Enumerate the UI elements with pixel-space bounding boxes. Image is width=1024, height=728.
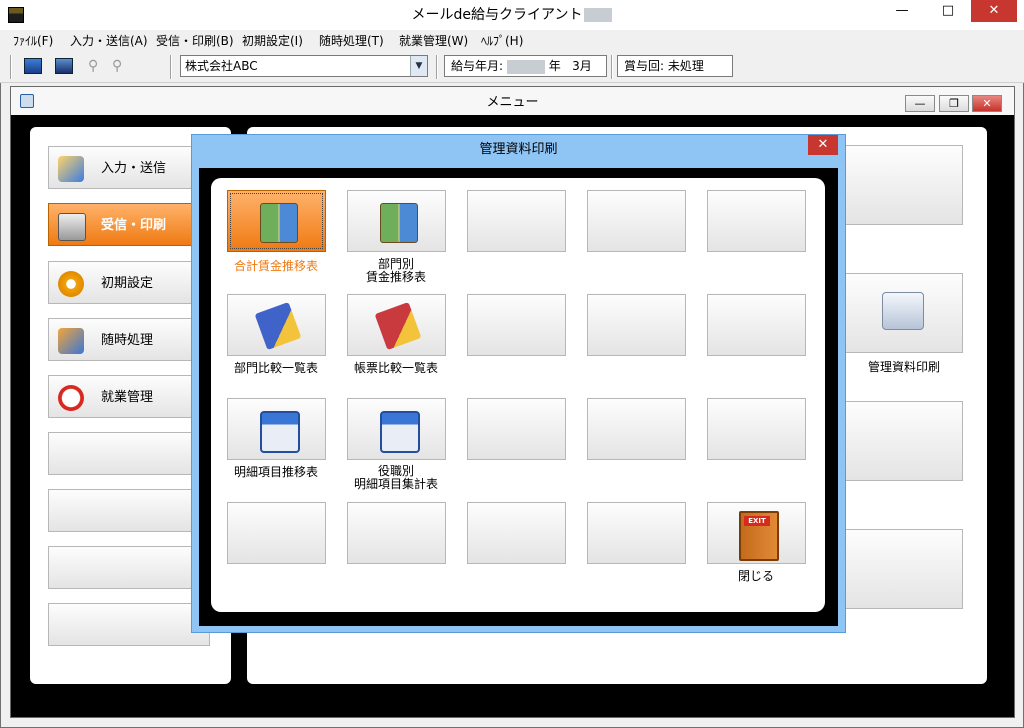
grid-button-empty[interactable] <box>347 502 446 564</box>
menu-receive-print[interactable]: 受信・印刷(B) <box>153 32 237 50</box>
grid-label: 明細項目推移表 <box>233 465 318 479</box>
menu-attendance[interactable]: 就業管理(W) <box>396 32 471 50</box>
side-item-empty[interactable] <box>48 546 210 589</box>
form-comparison-button[interactable] <box>347 294 446 356</box>
submenu-button[interactable] <box>845 401 963 481</box>
menu-help[interactable]: ﾍﾙﾌﾟ(H) <box>478 32 526 50</box>
grid-button-empty[interactable] <box>467 502 566 564</box>
menu-input-send[interactable]: 入力・送信(A) <box>67 32 151 50</box>
pay-month: 3月 <box>572 59 592 73</box>
grid-button-empty[interactable] <box>707 294 806 356</box>
close-button[interactable]: ✕ <box>971 0 1017 22</box>
submenu-button-management-print[interactable] <box>845 273 963 353</box>
menu-minimize-button[interactable]: — <box>905 95 935 112</box>
total-wage-trend-button[interactable] <box>227 190 326 252</box>
grid-button-empty[interactable] <box>587 502 686 564</box>
book-icon <box>380 203 418 243</box>
send-envelope-icon <box>58 156 84 182</box>
printer-icon <box>882 292 924 330</box>
menu-occasional[interactable]: 随時処理(T) <box>316 32 387 50</box>
spreadsheet-user-icon <box>380 411 420 453</box>
menu-close-button[interactable]: ✕ <box>972 95 1002 112</box>
tools-icon <box>58 328 84 354</box>
side-item-label: 受信・印刷 <box>101 218 167 233</box>
side-item-empty[interactable] <box>48 603 210 646</box>
submenu-label: 管理資料印刷 <box>867 360 940 374</box>
grid-label: 合計賃金推移表 <box>233 259 318 273</box>
pay-period-field: 給与年月: 年 3月 <box>444 55 607 77</box>
side-item-label: 随時処理 <box>101 333 154 348</box>
side-item-input-send[interactable]: 入力・送信 <box>48 146 210 189</box>
grid-label: 部門比較一覧表 <box>233 361 318 375</box>
dept-comparison-button[interactable] <box>227 294 326 356</box>
menu-initial-settings[interactable]: 初期設定(I) <box>239 32 306 50</box>
submenu-button[interactable] <box>845 529 963 609</box>
grid-label: 役職別 明細項目集計表 <box>341 465 451 491</box>
side-item-label: 初期設定 <box>101 276 154 291</box>
grid-button-empty[interactable] <box>467 294 566 356</box>
gear-icon <box>58 271 84 297</box>
side-item-label: 入力・送信 <box>101 161 167 176</box>
redacted-block <box>584 8 613 22</box>
grid-button-empty[interactable] <box>587 190 686 252</box>
dialog-close-button[interactable]: ✕ <box>808 135 838 155</box>
side-item-receive-print[interactable]: 受信・印刷 <box>48 203 210 246</box>
position-item-summary-button[interactable] <box>347 398 446 460</box>
key-icon[interactable]: ⚲ <box>88 58 106 74</box>
minimize-button[interactable]: — <box>879 0 925 22</box>
menu-file[interactable]: ﾌｧｲﾙ(F) <box>10 32 56 50</box>
grid-button-empty[interactable] <box>587 398 686 460</box>
grid-button-empty[interactable] <box>227 502 326 564</box>
grid-label: 帳票比較一覧表 <box>353 361 438 375</box>
exit-sign: EXIT <box>744 516 770 526</box>
menu-restore-button[interactable]: ❐ <box>939 95 969 112</box>
toolbar-separator <box>10 55 12 79</box>
key-alt-icon[interactable]: ⚲ <box>112 58 130 74</box>
side-item-empty[interactable] <box>48 489 210 532</box>
exit-button[interactable]: EXIT <box>707 502 806 564</box>
grid-button-empty[interactable] <box>587 294 686 356</box>
grid-label-line: 明細項目集計表 <box>353 477 438 491</box>
exit-door-icon: EXIT <box>739 511 779 561</box>
grid-button-empty[interactable] <box>707 398 806 460</box>
book-icon <box>260 203 298 243</box>
year-suffix: 年 <box>548 59 561 73</box>
grid-label: 閉じる <box>737 569 774 583</box>
monitor-icon[interactable] <box>24 58 42 74</box>
grid-button-empty[interactable] <box>467 398 566 460</box>
dialog-title: 管理資料印刷 <box>479 142 558 157</box>
toolbar-separator <box>436 55 438 79</box>
company-select[interactable]: 株式会社ABC <box>180 55 428 77</box>
toolbar-separator <box>611 55 613 79</box>
maximize-button[interactable]: □ <box>925 0 971 22</box>
toolbar-separator <box>170 55 172 79</box>
spreadsheet-icon <box>260 411 300 453</box>
menu-window-title: メニュー <box>486 95 539 110</box>
window-title: メールde給与クライアント <box>0 0 1024 30</box>
submenu-button[interactable] <box>845 145 963 225</box>
grid-button-empty[interactable] <box>467 190 566 252</box>
ledger-pen-icon <box>254 301 302 351</box>
pay-period-label: 給与年月: <box>451 59 504 73</box>
window-title-text: メールde給与クライアント <box>411 7 583 23</box>
screen-icon[interactable] <box>55 58 73 74</box>
chevron-down-icon[interactable]: ▼ <box>410 56 427 76</box>
bonus-status-field: 賞与回: 未処理 <box>617 55 733 77</box>
side-item-empty[interactable] <box>48 432 210 475</box>
ledger-pen-icon <box>374 301 422 351</box>
dept-wage-trend-button[interactable] <box>347 190 446 252</box>
grid-label-line: 賃金推移表 <box>365 270 426 284</box>
side-item-initial-settings[interactable]: 初期設定 <box>48 261 210 304</box>
side-item-occasional[interactable]: 随時処理 <box>48 318 210 361</box>
printer-icon <box>58 213 86 241</box>
item-trend-button[interactable] <box>227 398 326 460</box>
clock-icon <box>58 385 84 411</box>
grid-label: 部門別 賃金推移表 <box>341 258 451 284</box>
grid-button-empty[interactable] <box>707 190 806 252</box>
redacted-year <box>506 59 545 74</box>
side-item-attendance[interactable]: 就業管理 <box>48 375 210 418</box>
side-item-label: 就業管理 <box>101 390 154 405</box>
